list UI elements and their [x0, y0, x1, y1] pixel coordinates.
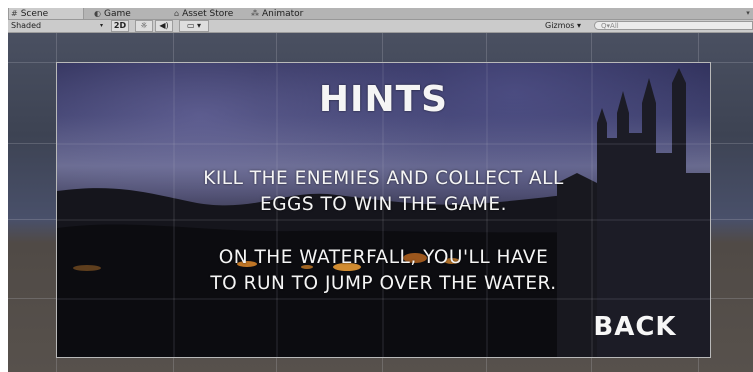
- chevron-down-icon: ▾: [197, 21, 202, 30]
- hierarchy-search-input[interactable]: Q▾All: [594, 21, 753, 30]
- sun-icon: ☼: [140, 21, 148, 30]
- hint-paragraph-1-line-2: EGGS TO WIN THE GAME.: [260, 194, 507, 215]
- tab-animator-label: Animator: [262, 9, 304, 19]
- tab-menu-button[interactable]: ▾: [743, 8, 753, 19]
- chevron-down-icon: ▾: [577, 21, 582, 30]
- tab-scene[interactable]: # Scene: [8, 8, 84, 19]
- tab-animator[interactable]: ⁂ Animator: [251, 8, 303, 19]
- speaker-icon: ◀): [159, 21, 169, 30]
- tab-game[interactable]: ◐ Game: [94, 8, 131, 19]
- grid-icon: #: [11, 9, 18, 18]
- shading-mode-label: Shaded: [11, 21, 42, 30]
- nodes-icon: ⁂: [251, 9, 259, 18]
- toggle-2d-button[interactable]: 2D: [111, 20, 129, 32]
- hint-paragraph-2-line-1: ON THE WATERFALL, YOU'LL HAVE: [218, 247, 549, 268]
- hints-title: HINTS: [318, 79, 449, 120]
- tab-scene-label: Scene: [20, 9, 49, 19]
- hint-paragraph-2-line-2: TO RUN TO JUMP OVER THE WATER.: [210, 273, 557, 294]
- audio-toggle-button[interactable]: ◀): [155, 20, 173, 32]
- tab-game-label: Game: [103, 9, 131, 19]
- search-icon: Q▾: [601, 22, 611, 30]
- back-button[interactable]: BACK: [587, 310, 683, 344]
- gizmos-dropdown[interactable]: Gizmos ▾: [545, 21, 589, 31]
- scene-viewport[interactable]: HINTS KILL THE ENEMIES AND COLLECT ALL E…: [8, 33, 753, 372]
- hints-menu-panel: HINTS KILL THE ENEMIES AND COLLECT ALL E…: [56, 62, 711, 358]
- scene-toolbar: Shaded ▾ 2D ☼ ◀) ▭ ▾ Gizmos ▾ Q▾All: [8, 20, 753, 33]
- chevron-down-icon: ▾: [99, 22, 103, 29]
- lighting-toggle-button[interactable]: ☼: [135, 20, 153, 32]
- search-placeholder: All: [610, 22, 619, 30]
- gizmos-label: Gizmos: [545, 21, 575, 30]
- view-tab-bar: # Scene ◐ Game ⌂ Asset Store ⁂ Animator ▾: [8, 8, 753, 20]
- basket-icon: ⌂: [174, 9, 180, 18]
- tab-asset-store[interactable]: ⌂ Asset Store: [174, 8, 233, 19]
- pacman-icon: ◐: [94, 9, 101, 18]
- effects-dropdown[interactable]: ▭ ▾: [179, 20, 209, 32]
- shading-mode-dropdown[interactable]: Shaded ▾: [11, 21, 103, 31]
- tab-asset-store-label: Asset Store: [182, 9, 234, 19]
- hint-paragraph-1-line-1: KILL THE ENEMIES AND COLLECT ALL: [203, 168, 564, 189]
- image-icon: ▭: [186, 21, 195, 30]
- unity-editor-window: # Scene ◐ Game ⌂ Asset Store ⁂ Animator ▾ Sh…: [8, 8, 753, 372]
